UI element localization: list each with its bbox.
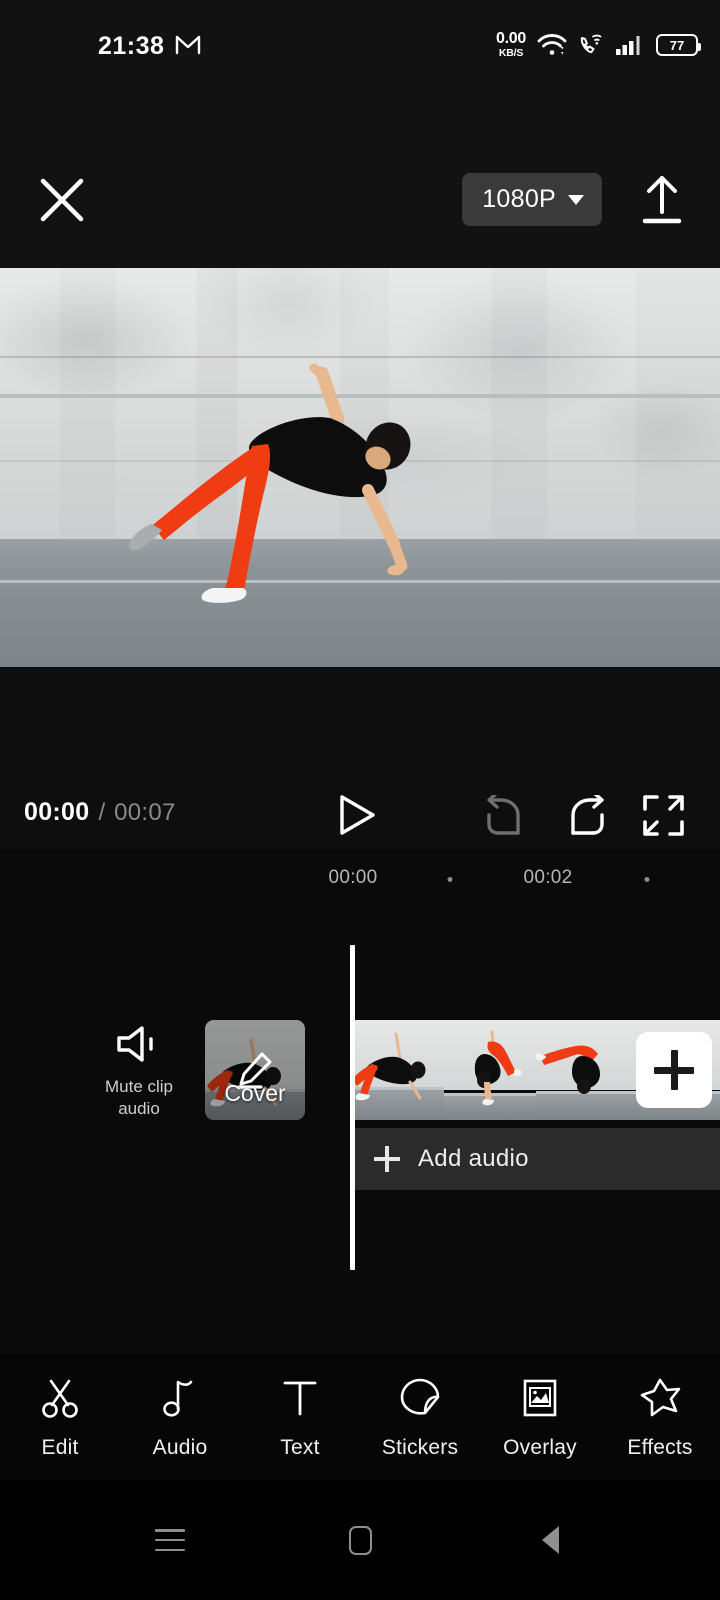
gmail-icon (175, 35, 201, 55)
recents-icon[interactable] (145, 1515, 195, 1565)
clip-thumbnail[interactable] (536, 1020, 628, 1120)
tool-edit[interactable]: Edit (0, 1376, 120, 1460)
tool-effects[interactable]: Effects (600, 1376, 720, 1460)
timeline-ruler[interactable]: 00:00 00:02 (0, 849, 720, 905)
add-clip-button[interactable] (636, 1032, 712, 1108)
ruler-tick-label: 00:02 (523, 867, 573, 888)
resolution-label: 1080P (482, 185, 556, 213)
tool-label: Overlay (503, 1435, 577, 1459)
android-nav-bar (0, 1480, 720, 1600)
time-display: 00:00 / 00:07 (24, 798, 176, 827)
close-icon[interactable] (36, 174, 88, 226)
video-preview[interactable] (0, 268, 720, 667)
wifi-icon (537, 33, 567, 57)
back-icon[interactable] (525, 1515, 575, 1565)
video-clip-strip[interactable] (352, 1020, 720, 1120)
scissors-icon (38, 1376, 82, 1420)
mute-clip-audio-button[interactable]: Mute clip audio (93, 1022, 185, 1130)
playhead-line[interactable] (350, 945, 355, 1270)
tool-audio[interactable]: Audio (120, 1376, 240, 1460)
battery-level-label: 77 (669, 37, 685, 53)
text-t-icon (278, 1376, 322, 1420)
clip-thumbnail[interactable] (352, 1020, 444, 1120)
battery-icon: 77 (656, 34, 701, 56)
chevron-down-icon (568, 194, 584, 205)
bottom-toolbar: Edit Audio Text Stickers Overlay Effects (0, 1355, 720, 1480)
time-separator: / (98, 799, 106, 826)
network-speed-indicator: 0.00 KB/S (496, 31, 526, 59)
network-speed-unit: KB/S (498, 47, 524, 60)
current-time: 00:00 (24, 798, 90, 826)
ruler-tick-dot (447, 877, 453, 882)
cover-button[interactable]: Cover (205, 1020, 305, 1120)
tool-label: Stickers (381, 1435, 459, 1459)
tool-overlay[interactable]: Overlay (480, 1376, 600, 1460)
tool-label: Audio (152, 1435, 208, 1459)
fullscreen-icon[interactable] (641, 793, 686, 838)
plus-icon (374, 1146, 400, 1172)
tool-label: Effects (627, 1435, 693, 1459)
tool-text[interactable]: Text (240, 1376, 360, 1460)
sticker-icon (398, 1376, 442, 1420)
status-bar-indicators: 0.00 KB/S 77 (496, 28, 701, 62)
music-note-icon (158, 1376, 202, 1420)
home-icon[interactable] (335, 1515, 385, 1565)
undo-icon[interactable] (484, 795, 528, 837)
export-upload-icon[interactable] (634, 172, 690, 228)
tool-label: Edit (41, 1435, 79, 1459)
ruler-tick-dot (644, 877, 650, 882)
preview-frame-image (0, 268, 720, 667)
tool-stickers[interactable]: Stickers (360, 1376, 480, 1460)
network-speed-value: 0.00 (496, 30, 526, 48)
clip-thumbnail[interactable] (444, 1020, 536, 1120)
total-time: 00:07 (114, 799, 176, 826)
resolution-dropdown-button[interactable]: 1080P (462, 173, 602, 226)
add-audio-button[interactable]: Add audio (352, 1128, 720, 1190)
ruler-tick-label: 00:00 (328, 867, 378, 888)
play-icon[interactable] (336, 793, 378, 837)
tool-label: Text (280, 1435, 320, 1459)
editor-top-bar: 1080P (0, 82, 720, 268)
vowifi-call-icon (578, 33, 604, 57)
dancer-figure (129, 363, 411, 603)
redo-icon[interactable] (563, 795, 607, 837)
status-bar: 21:38 0.00 KB/S 77 (0, 0, 720, 82)
cover-label: Cover (224, 1080, 286, 1106)
status-bar-clock: 21:38 (98, 32, 165, 60)
mute-clip-audio-label: Mute clip audio (104, 1077, 174, 1118)
cellular-signal-icon (615, 33, 645, 57)
speaker-mute-icon (117, 1026, 153, 1062)
add-audio-label: Add audio (418, 1145, 529, 1172)
picture-frame-icon (518, 1376, 562, 1420)
sparkle-star-icon (638, 1376, 682, 1420)
video-editor-screen: 21:38 0.00 KB/S 77 1080P 00:00 / 00:07 0… (0, 0, 720, 1600)
